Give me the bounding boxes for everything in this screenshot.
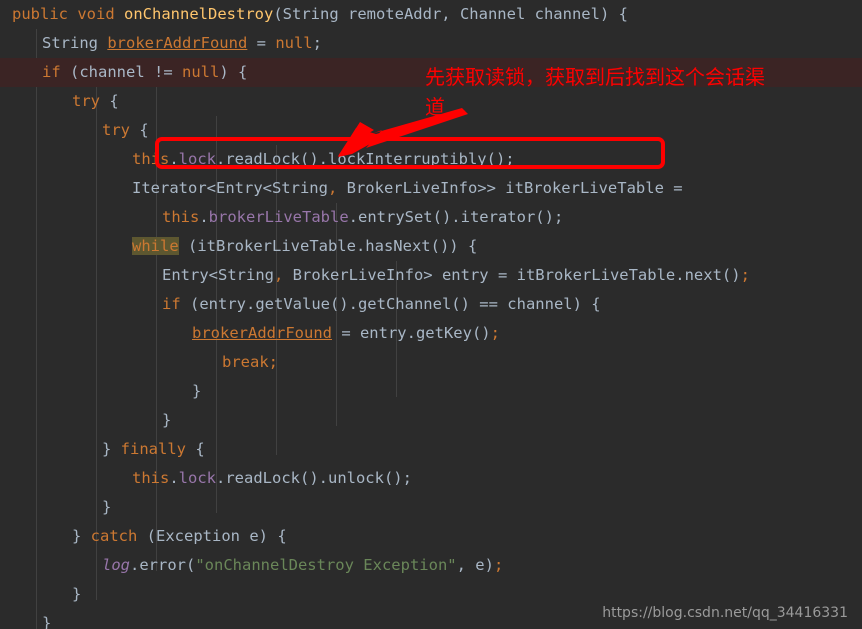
code-token: , e): [456, 556, 494, 574]
code-token: finally: [120, 440, 186, 458]
code-token: =: [247, 34, 276, 52]
code-token: brokerAddrFound: [192, 324, 332, 342]
code-token: .entrySet().iterator();: [348, 208, 564, 226]
code-token: lock: [178, 469, 216, 487]
code-line[interactable]: String brokerAddrFound = null;: [0, 29, 862, 58]
code-token: lock: [178, 150, 216, 168]
code-token: onChannelDestroy: [124, 5, 274, 23]
code-token: this: [132, 150, 170, 168]
code-token: .readLock().lockInterruptibly();: [216, 150, 515, 168]
code-token: {: [186, 440, 205, 458]
code-token: ) {: [219, 63, 248, 81]
code-token: .: [169, 469, 179, 487]
code-token: null: [275, 34, 313, 52]
code-line[interactable]: this.lock.readLock().lockInterruptibly()…: [0, 145, 862, 174]
code-line[interactable]: public void onChannelDestroy(String remo…: [0, 0, 862, 29]
code-token: public: [12, 5, 68, 23]
code-token: ;: [493, 556, 504, 574]
code-token: if: [42, 63, 61, 81]
code-line[interactable]: if (entry.getValue().getChannel() == cha…: [0, 290, 862, 319]
code-token: catch: [90, 527, 138, 545]
code-token: ;: [312, 34, 322, 52]
code-token: ;: [490, 324, 500, 342]
code-token: this: [132, 469, 170, 487]
code-token: = entry.getKey(): [331, 324, 491, 342]
code-line[interactable]: this.lock.readLock().unlock();: [0, 464, 862, 493]
code-token: {: [130, 121, 149, 139]
code-token: (String remoteAddr, Channel channel) {: [273, 5, 628, 23]
code-token: .readLock().unlock();: [216, 469, 412, 487]
code-token: String: [42, 34, 108, 52]
code-line[interactable]: break;: [0, 348, 862, 377]
code-token: brokerLiveTable: [208, 208, 349, 226]
code-token: if: [162, 295, 181, 313]
code-token: }: [102, 498, 112, 516]
code-token: "onChannelDestroy Exception": [195, 556, 457, 574]
code-token: ;: [740, 266, 750, 284]
code-token: }: [72, 585, 82, 603]
code-token: {: [100, 92, 119, 110]
code-token: .: [199, 208, 209, 226]
code-line[interactable]: }: [0, 493, 862, 522]
code-token: }: [192, 382, 202, 400]
watermark-text: https://blog.csdn.net/qq_34416331: [602, 605, 848, 621]
code-token: this: [162, 208, 200, 226]
code-line[interactable]: while (itBrokerLiveTable.hasNext()) {: [0, 232, 862, 261]
code-token: log: [102, 556, 130, 574]
code-line[interactable]: brokerAddrFound = entry.getKey();: [0, 319, 862, 348]
code-token: while: [132, 237, 179, 255]
code-line[interactable]: log.error("onChannelDestroy Exception", …: [0, 551, 862, 580]
code-token: .: [169, 150, 179, 168]
code-token: ,: [273, 266, 284, 284]
code-token: }: [42, 614, 52, 629]
code-token: BrokerLiveInfo>> itBrokerLiveTable =: [337, 179, 683, 197]
code-token: try: [102, 121, 130, 139]
annotation-note: 先获取读锁，获取到后找到这个会话渠 道: [425, 65, 765, 119]
code-line[interactable]: Iterator<Entry<String, BrokerLiveInfo>> …: [0, 174, 862, 203]
code-token: void: [77, 5, 115, 23]
code-token: brokerAddrFound: [107, 34, 248, 52]
code-line[interactable]: } catch (Exception e) {: [0, 522, 862, 551]
code-token: (itBrokerLiveTable.hasNext()) {: [178, 237, 478, 255]
code-line[interactable]: Entry<String, BrokerLiveInfo> entry = it…: [0, 261, 862, 290]
code-token: .error(: [130, 556, 196, 574]
code-token: null: [182, 63, 220, 81]
code-line[interactable]: }: [0, 406, 862, 435]
code-token: (entry.getValue().getChannel() == channe…: [180, 295, 601, 313]
code-screenshot: public void onChannelDestroy(String remo…: [0, 0, 862, 629]
code-token: (Exception e) {: [137, 527, 287, 545]
code-line[interactable]: }: [0, 377, 862, 406]
code-line[interactable]: this.brokerLiveTable.entrySet().iterator…: [0, 203, 862, 232]
code-token: Iterator<Entry<String: [132, 179, 328, 197]
code-token: }: [162, 411, 172, 429]
code-token: }: [102, 440, 121, 458]
code-line[interactable]: } finally {: [0, 435, 862, 464]
code-token: (channel !=: [60, 63, 182, 81]
code-token: break;: [222, 353, 278, 371]
code-token: try: [72, 92, 100, 110]
code-token: ,: [327, 179, 338, 197]
code-token: BrokerLiveInfo> entry = itBrokerLiveTabl…: [283, 266, 741, 284]
code-token: }: [72, 527, 91, 545]
code-token: Entry<String: [162, 266, 274, 284]
